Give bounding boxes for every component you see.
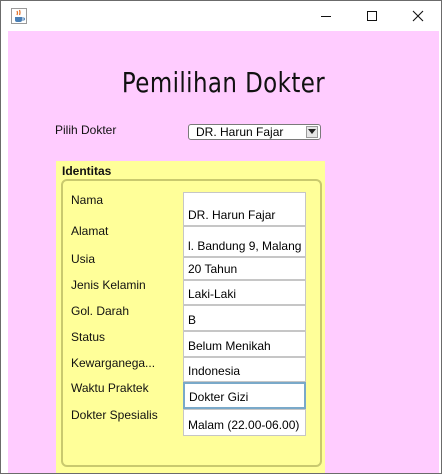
identitas-title: Identitas bbox=[62, 164, 112, 178]
app-window: Pemilihan Dokter Pilih Dokter DR. Harun … bbox=[0, 0, 442, 474]
kewarganegaraan-field[interactable]: Indonesia bbox=[183, 357, 306, 382]
dokter-select[interactable]: DR. Harun Fajar bbox=[188, 124, 321, 140]
jenis-kelamin-field[interactable]: Laki-Laki bbox=[183, 280, 306, 305]
main-content: Pemilihan Dokter Pilih Dokter DR. Harun … bbox=[8, 31, 439, 473]
alamat-field[interactable]: l. Bandung 9, Malang bbox=[183, 226, 306, 257]
spesialis-field[interactable]: Dokter Gizi bbox=[183, 382, 306, 409]
jenis-kelamin-label: Jenis Kelamin bbox=[71, 278, 146, 292]
minimize-icon bbox=[321, 16, 331, 17]
status-field[interactable]: Belum Menikah bbox=[183, 331, 306, 357]
title-bar[interactable] bbox=[1, 1, 441, 31]
pilih-dokter-label: Pilih Dokter bbox=[55, 123, 117, 137]
dokter-spesialis-label: Dokter Spesialis bbox=[71, 408, 158, 422]
chevron-down-icon[interactable] bbox=[306, 126, 318, 138]
dokter-select-value: DR. Harun Fajar bbox=[196, 125, 284, 139]
waktu-praktek-label: Waktu Praktek bbox=[71, 381, 149, 395]
usia-label: Usia bbox=[71, 252, 96, 266]
page-title: Pemilihan Dokter bbox=[121, 66, 326, 99]
close-icon bbox=[412, 10, 424, 22]
close-button[interactable] bbox=[395, 1, 441, 31]
waktu-praktek-field[interactable]: Malam (22.00-06.00) bbox=[183, 409, 306, 436]
nama-field[interactable]: DR. Harun Fajar bbox=[183, 192, 306, 226]
usia-field[interactable]: 20 Tahun bbox=[183, 257, 306, 280]
java-cup-icon bbox=[11, 8, 27, 24]
maximize-button[interactable] bbox=[349, 1, 395, 31]
gol-darah-label: Gol. Darah bbox=[71, 304, 130, 318]
maximize-icon bbox=[367, 11, 377, 21]
nama-label: Nama bbox=[71, 193, 104, 207]
gol-darah-field[interactable]: B bbox=[183, 305, 306, 331]
kewarganegaraan-label: Kewarganega... bbox=[71, 356, 156, 370]
alamat-label: Alamat bbox=[71, 224, 109, 238]
minimize-button[interactable] bbox=[303, 1, 349, 31]
status-label: Status bbox=[71, 330, 106, 344]
